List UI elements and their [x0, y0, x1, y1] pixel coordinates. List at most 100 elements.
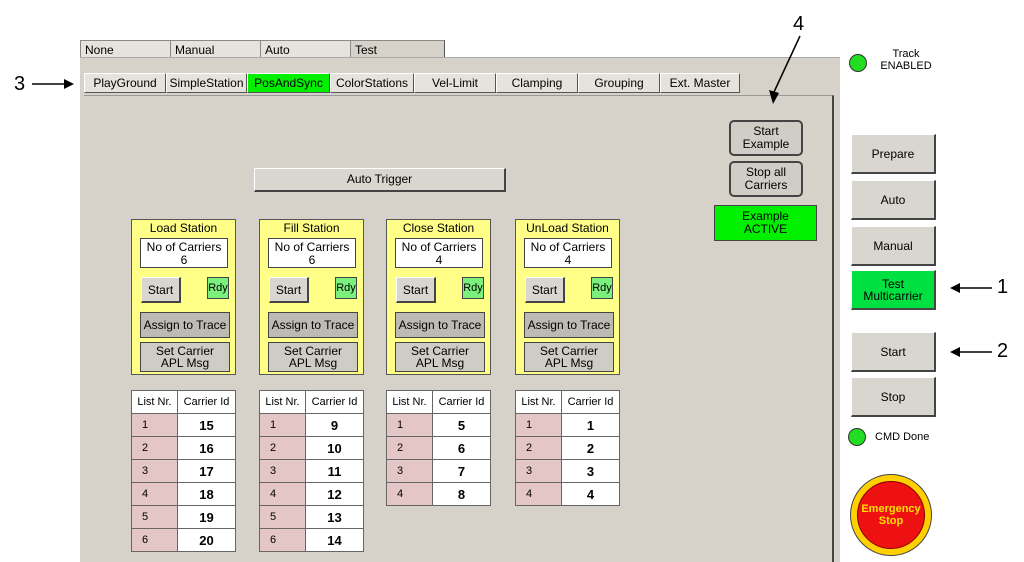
carrier-table-unload: List Nr. Carrier Id 1 1 2 2 3 3 4 4: [515, 390, 620, 506]
table-header-row: List Nr. Carrier Id: [386, 390, 491, 414]
carrier-id-header: Carrier Id: [561, 390, 620, 414]
start-example-button[interactable]: Start Example: [729, 120, 803, 156]
emergency-stop-cap: Emergency Stop: [857, 481, 925, 549]
list-nr-cell: 2: [386, 436, 433, 460]
carrier-id-cell: 15: [177, 413, 236, 437]
table-row: 6 14: [259, 528, 364, 552]
list-nr-cell: 4: [131, 482, 178, 506]
sub-tab-playground[interactable]: PlayGround: [84, 73, 166, 93]
callout-3-arrow-icon: [32, 79, 74, 89]
carrier-id-cell: 4: [561, 482, 620, 506]
sub-tab-clamping[interactable]: Clamping: [496, 73, 578, 93]
sub-tab-posandsync[interactable]: PosAndSync: [247, 73, 330, 93]
list-nr-cell: 6: [131, 528, 178, 552]
auto-button[interactable]: Auto: [851, 180, 936, 220]
carrier-id-cell: 7: [432, 459, 491, 483]
start-button[interactable]: Start: [851, 332, 936, 372]
assign-to-trace-button[interactable]: Assign to Trace: [524, 312, 614, 338]
assign-to-trace-button[interactable]: Assign to Trace: [395, 312, 485, 338]
cmd-done-led-icon: [848, 428, 866, 446]
test-multicarrier-button[interactable]: Test Multicarrier: [851, 270, 936, 310]
carrier-id-cell: 3: [561, 459, 620, 483]
assign-to-trace-button[interactable]: Assign to Trace: [268, 312, 358, 338]
carrier-count-display: No of Carriers 6: [140, 238, 228, 268]
table-row: 33: [515, 459, 620, 483]
example-active-indicator: Example ACTIVE: [714, 205, 817, 241]
list-nr-cell: 1: [386, 413, 433, 437]
carrier-id-cell: 6: [432, 436, 491, 460]
carrier-count-value: 4: [435, 253, 443, 267]
table-row: 11: [515, 413, 620, 437]
cmd-done-label: CMD Done: [875, 431, 930, 443]
mode-tab-label: None: [85, 43, 114, 57]
ready-indicator: Rdy: [335, 277, 357, 299]
mode-tab-none[interactable]: None: [80, 40, 170, 58]
carrier-table-fill: List Nr. Carrier Id 1 9 2 10 3 11 4 12 5 13 6 14: [259, 390, 364, 552]
sub-tab-grouping[interactable]: Grouping: [578, 73, 660, 93]
mode-tab-manual[interactable]: Manual: [170, 40, 260, 58]
table-header-row: List Nr. Carrier Id: [259, 390, 364, 414]
track-status-led-icon: [849, 54, 867, 72]
station-title: Load Station: [149, 221, 218, 235]
carrier-id-cell: 5: [432, 413, 491, 437]
table-row: 3 17: [131, 459, 236, 483]
table-row: 4 18: [131, 482, 236, 506]
callout-2-arrow-icon: [950, 347, 992, 357]
set-carrier-apl-msg-button[interactable]: Set Carrier APL Msg: [524, 342, 614, 372]
sub-tab-ext-master[interactable]: Ext. Master: [660, 73, 740, 93]
carrier-id-cell: 10: [305, 436, 364, 460]
station-start-button[interactable]: Start: [396, 277, 436, 303]
carrier-id-header: Carrier Id: [432, 390, 491, 414]
set-carrier-apl-msg-button[interactable]: Set Carrier APL Msg: [268, 342, 358, 372]
mode-tab-auto[interactable]: Auto: [260, 40, 350, 58]
stop-button[interactable]: Stop: [851, 377, 936, 417]
table-row: 48: [386, 482, 491, 506]
table-row: 2 10: [259, 436, 364, 460]
list-nr-cell: 1: [515, 413, 562, 437]
sub-tab-vel-limit[interactable]: Vel-Limit: [414, 73, 496, 93]
list-nr-cell: 3: [131, 459, 178, 483]
mode-tab-label: Auto: [265, 43, 290, 57]
callout-3: 3: [14, 73, 26, 95]
callout-4-arrow-icon: [769, 35, 801, 104]
table-row: 22: [515, 436, 620, 460]
carrier-count-label: No of Carriers: [274, 240, 350, 254]
carrier-id-cell: 16: [177, 436, 236, 460]
emergency-stop-button[interactable]: Emergency Stop: [850, 474, 932, 556]
station-panel-close: Close Station No of Carriers 4 Start Rdy …: [386, 219, 491, 375]
list-nr-cell: 4: [515, 482, 562, 506]
set-carrier-apl-msg-button[interactable]: Set Carrier APL Msg: [395, 342, 485, 372]
stop-all-carriers-button[interactable]: Stop all Carriers: [729, 161, 803, 197]
list-nr-cell: 5: [131, 505, 178, 529]
station-start-button[interactable]: Start: [141, 277, 181, 303]
callout-2: 2: [997, 340, 1009, 362]
callout-1-arrow-icon: [950, 283, 992, 293]
sub-tab-label: Ext. Master: [669, 76, 731, 90]
carrier-id-cell: 9: [305, 413, 364, 437]
list-nr-cell: 6: [259, 528, 306, 552]
carrier-table-load: List Nr. Carrier Id 1 15 2 16 3 17 4 18 5 19 6 20: [131, 390, 236, 552]
carrier-count-label: No of Carriers: [401, 240, 477, 254]
auto-trigger-button[interactable]: Auto Trigger: [254, 168, 506, 192]
assign-to-trace-button[interactable]: Assign to Trace: [140, 312, 230, 338]
list-nr-cell: 2: [131, 436, 178, 460]
carrier-id-cell: 13: [305, 505, 364, 529]
mode-tab-test[interactable]: Test: [350, 40, 445, 58]
manual-button[interactable]: Manual: [851, 226, 936, 266]
table-row: 44: [515, 482, 620, 506]
list-nr-header: List Nr.: [259, 390, 306, 414]
carrier-id-cell: 17: [177, 459, 236, 483]
sub-tab-colorstations[interactable]: ColorStations: [330, 73, 414, 93]
station-start-button[interactable]: Start: [269, 277, 309, 303]
station-panel-load: Load Station No of Carriers 6 Start Rdy A…: [131, 219, 236, 375]
station-start-button[interactable]: Start: [525, 277, 565, 303]
table-row: 6 20: [131, 528, 236, 552]
table-row: 1 15: [131, 413, 236, 437]
set-carrier-apl-msg-button[interactable]: Set Carrier APL Msg: [140, 342, 230, 372]
list-nr-header: List Nr.: [386, 390, 433, 414]
table-row: 15: [386, 413, 491, 437]
table-row: 5 13: [259, 505, 364, 529]
table-row: 4 12: [259, 482, 364, 506]
prepare-button[interactable]: Prepare: [851, 134, 936, 174]
sub-tab-simplestation[interactable]: SimpleStation: [166, 73, 247, 93]
